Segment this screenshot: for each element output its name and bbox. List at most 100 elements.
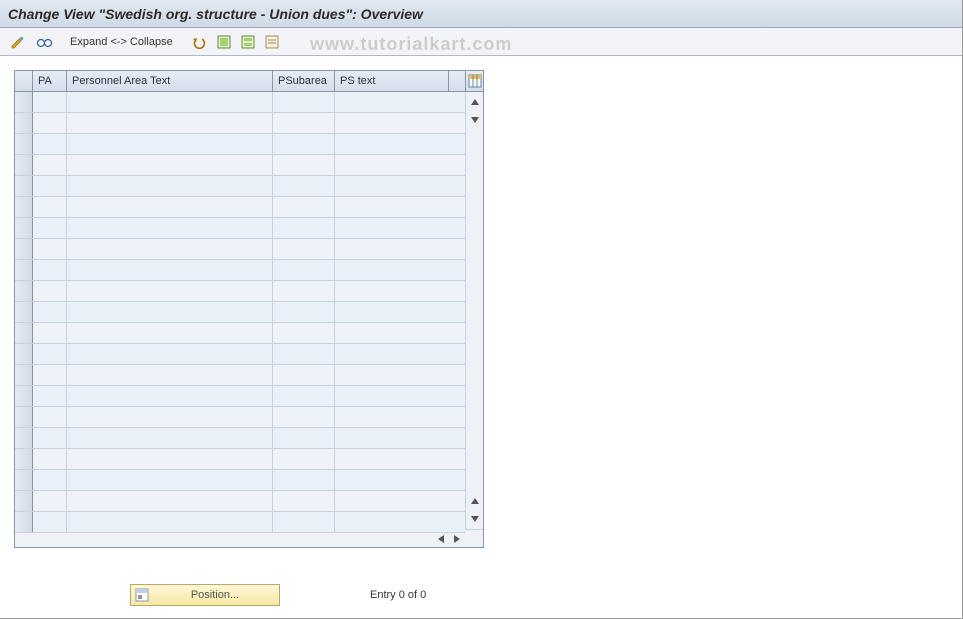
cell-ps-text[interactable]: [335, 428, 449, 448]
row-selector[interactable]: [15, 176, 33, 196]
cell-personnel-area-text[interactable]: [67, 449, 273, 469]
cell-pa[interactable]: [33, 239, 67, 259]
expand-collapse-button[interactable]: Expand <-> Collapse: [63, 32, 180, 52]
table-row[interactable]: [15, 449, 465, 470]
col-header-ps-text[interactable]: PS text: [335, 71, 449, 91]
cell-pa[interactable]: [33, 113, 67, 133]
cell-psubarea[interactable]: [273, 302, 335, 322]
cell-psubarea[interactable]: [273, 512, 335, 532]
cell-psubarea[interactable]: [273, 323, 335, 343]
undo-button[interactable]: [187, 32, 211, 52]
cell-personnel-area-text[interactable]: [67, 344, 273, 364]
cell-psubarea[interactable]: [273, 92, 335, 112]
cell-personnel-area-text[interactable]: [67, 491, 273, 511]
row-selector[interactable]: [15, 92, 33, 112]
cell-pa[interactable]: [33, 491, 67, 511]
row-selector[interactable]: [15, 323, 33, 343]
cell-ps-text[interactable]: [335, 176, 449, 196]
table-row[interactable]: [15, 365, 465, 386]
cell-pa[interactable]: [33, 470, 67, 490]
cell-ps-text[interactable]: [335, 302, 449, 322]
table-row[interactable]: [15, 113, 465, 134]
scroll-left-button[interactable]: [433, 531, 449, 547]
table-row[interactable]: [15, 239, 465, 260]
cell-personnel-area-text[interactable]: [67, 428, 273, 448]
cell-ps-text[interactable]: [335, 470, 449, 490]
cell-personnel-area-text[interactable]: [67, 260, 273, 280]
cell-ps-text[interactable]: [335, 512, 449, 532]
cell-ps-text[interactable]: [335, 218, 449, 238]
cell-ps-text[interactable]: [335, 365, 449, 385]
row-selector[interactable]: [15, 428, 33, 448]
table-row[interactable]: [15, 407, 465, 428]
cell-personnel-area-text[interactable]: [67, 470, 273, 490]
col-header-pa[interactable]: PA: [33, 71, 67, 91]
cell-ps-text[interactable]: [335, 239, 449, 259]
cell-ps-text[interactable]: [335, 113, 449, 133]
cell-psubarea[interactable]: [273, 134, 335, 154]
cell-psubarea[interactable]: [273, 449, 335, 469]
cell-ps-text[interactable]: [335, 323, 449, 343]
row-selector[interactable]: [15, 386, 33, 406]
cell-pa[interactable]: [33, 386, 67, 406]
cell-pa[interactable]: [33, 344, 67, 364]
cell-pa[interactable]: [33, 176, 67, 196]
cell-personnel-area-text[interactable]: [67, 512, 273, 532]
cell-psubarea[interactable]: [273, 407, 335, 427]
table-row[interactable]: [15, 218, 465, 239]
cell-psubarea[interactable]: [273, 386, 335, 406]
row-selector[interactable]: [15, 344, 33, 364]
cell-pa[interactable]: [33, 512, 67, 532]
cell-psubarea[interactable]: [273, 281, 335, 301]
cell-pa[interactable]: [33, 323, 67, 343]
cell-psubarea[interactable]: [273, 197, 335, 217]
change-display-button[interactable]: [6, 32, 30, 52]
row-selector[interactable]: [15, 134, 33, 154]
row-selector[interactable]: [15, 281, 33, 301]
cell-personnel-area-text[interactable]: [67, 365, 273, 385]
cell-pa[interactable]: [33, 218, 67, 238]
cell-personnel-area-text[interactable]: [67, 407, 273, 427]
cell-personnel-area-text[interactable]: [67, 386, 273, 406]
cell-personnel-area-text[interactable]: [67, 323, 273, 343]
cell-pa[interactable]: [33, 428, 67, 448]
cell-psubarea[interactable]: [273, 113, 335, 133]
table-row[interactable]: [15, 323, 465, 344]
table-row[interactable]: [15, 491, 465, 512]
cell-personnel-area-text[interactable]: [67, 155, 273, 175]
row-selector[interactable]: [15, 302, 33, 322]
cell-pa[interactable]: [33, 302, 67, 322]
cell-psubarea[interactable]: [273, 155, 335, 175]
scroll-down-small-button[interactable]: [467, 112, 483, 128]
row-selector[interactable]: [15, 365, 33, 385]
cell-pa[interactable]: [33, 155, 67, 175]
cell-personnel-area-text[interactable]: [67, 239, 273, 259]
cell-personnel-area-text[interactable]: [67, 218, 273, 238]
table-row[interactable]: [15, 428, 465, 449]
scroll-up-button[interactable]: [467, 94, 483, 110]
cell-pa[interactable]: [33, 197, 67, 217]
row-selector[interactable]: [15, 218, 33, 238]
cell-personnel-area-text[interactable]: [67, 302, 273, 322]
cell-pa[interactable]: [33, 449, 67, 469]
row-selector[interactable]: [15, 407, 33, 427]
cell-psubarea[interactable]: [273, 239, 335, 259]
cell-ps-text[interactable]: [335, 491, 449, 511]
row-selector[interactable]: [15, 470, 33, 490]
cell-ps-text[interactable]: [335, 281, 449, 301]
table-row[interactable]: [15, 302, 465, 323]
row-selector[interactable]: [15, 449, 33, 469]
scroll-down-button[interactable]: [467, 511, 483, 527]
cell-pa[interactable]: [33, 92, 67, 112]
select-block-button[interactable]: [237, 32, 259, 52]
cell-personnel-area-text[interactable]: [67, 281, 273, 301]
cell-ps-text[interactable]: [335, 449, 449, 469]
cell-pa[interactable]: [33, 281, 67, 301]
cell-pa[interactable]: [33, 365, 67, 385]
cell-ps-text[interactable]: [335, 197, 449, 217]
col-header-personnel-area-text[interactable]: Personnel Area Text: [67, 71, 273, 91]
cell-pa[interactable]: [33, 134, 67, 154]
table-row[interactable]: [15, 92, 465, 113]
table-row[interactable]: [15, 281, 465, 302]
row-selector[interactable]: [15, 260, 33, 280]
